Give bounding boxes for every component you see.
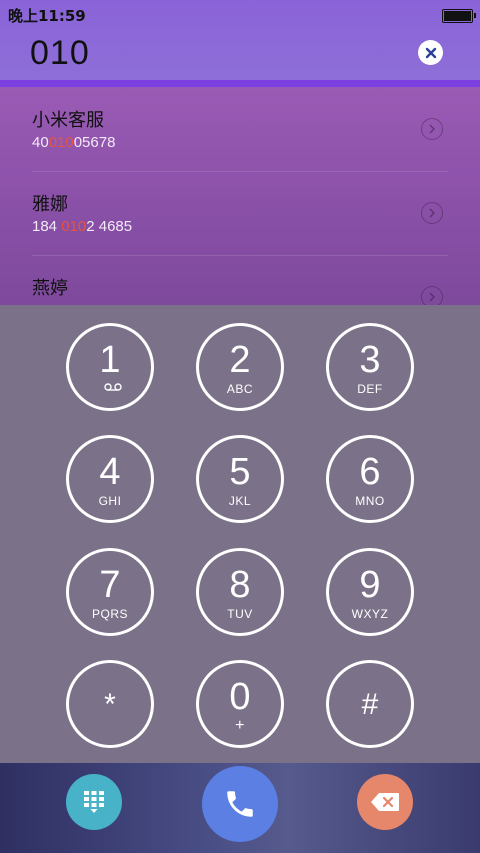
key-2[interactable]: 2 ABC (196, 323, 284, 411)
key-digit: 8 (229, 564, 251, 606)
key-digit: 1 (99, 339, 121, 381)
clear-button[interactable] (418, 40, 443, 65)
details-button[interactable] (421, 202, 443, 224)
call-button[interactable] (202, 766, 278, 842)
number-match: 010 (61, 218, 87, 235)
key-letters: + (235, 717, 245, 734)
status-time: 晚上11:59 (8, 7, 86, 25)
key-digit: 5 (229, 451, 251, 493)
battery-icon (442, 9, 476, 23)
key-star[interactable]: * (66, 660, 154, 748)
status-bar: 晚上11:59 (0, 0, 480, 28)
key-letters: MNO (355, 494, 385, 508)
key-digit: 6 (359, 451, 381, 493)
keypad: 1 2 ABC 3 DEF 4 GHI 5 JKL 6 MNO 7 PQRS 8… (0, 305, 480, 763)
number-prefix: 184 (32, 218, 62, 235)
key-digit: 0 (229, 676, 251, 718)
key-0[interactable]: 0 + (196, 660, 284, 748)
key-5[interactable]: 5 JKL (196, 435, 284, 523)
chevron-right-icon (429, 208, 435, 218)
key-digit: 2 (229, 339, 251, 381)
delete-button[interactable] (357, 774, 413, 830)
key-digit: 7 (99, 564, 121, 606)
results-list: 小米客服 4001005678 雅娜 184 0102 4685 燕婷 (0, 87, 480, 305)
key-letters: WXYZ (351, 607, 389, 621)
key-4[interactable]: 4 GHI (66, 435, 154, 523)
contact-name: 小米客服 (32, 110, 104, 131)
bottom-bar (0, 763, 480, 853)
clear-x-icon (425, 47, 436, 58)
key-letters: GHI (98, 494, 122, 508)
key-symbol: * (104, 688, 116, 721)
key-9[interactable]: 9 WXYZ (326, 548, 414, 636)
key-1[interactable]: 1 (66, 323, 154, 411)
battery-tip (474, 13, 476, 18)
battery-fill (444, 11, 471, 21)
contact-number: 4001005678 (32, 134, 115, 151)
chevron-right-icon (429, 124, 435, 134)
result-row[interactable]: 雅娜 184 0102 4685 (0, 171, 480, 255)
key-symbol: # (361, 688, 379, 721)
voicemail-icon (104, 383, 122, 391)
details-button[interactable] (421, 118, 443, 140)
dial-input[interactable]: 010 (30, 34, 90, 73)
key-letters: ABC (226, 382, 254, 396)
header-divider (0, 80, 480, 87)
key-6[interactable]: 6 MNO (326, 435, 414, 523)
chevron-right-icon (429, 292, 435, 302)
result-row[interactable]: 燕婷 (0, 255, 480, 305)
key-letters: PQRS (91, 607, 128, 621)
number-prefix: 40 (32, 134, 49, 151)
key-7[interactable]: 7 PQRS (66, 548, 154, 636)
key-8[interactable]: 8 TUV (196, 548, 284, 636)
number-match: 010 (48, 134, 74, 151)
keypad-grid-icon (84, 791, 104, 813)
number-suffix: 05678 (73, 134, 116, 151)
dialer-screen: 晚上11:59 010 小米客服 4001005678 雅娜 184 0102 … (0, 0, 480, 853)
contact-number: 184 0102 4685 (32, 218, 132, 235)
keypad-toggle-button[interactable] (66, 774, 122, 830)
key-letters: TUV (227, 607, 253, 621)
phone-icon (227, 791, 253, 817)
key-letters: JKL (228, 494, 252, 508)
key-letters: DEF (357, 382, 383, 396)
header: 晚上11:59 010 (0, 0, 480, 82)
number-suffix: 2 4685 (86, 218, 133, 235)
key-3[interactable]: 3 DEF (326, 323, 414, 411)
key-digit: 3 (359, 339, 381, 381)
result-row[interactable]: 小米客服 4001005678 (0, 87, 480, 171)
key-digit: 9 (359, 564, 381, 606)
key-hash[interactable]: # (326, 660, 414, 748)
backspace-icon (371, 793, 399, 811)
details-button[interactable] (421, 286, 443, 305)
key-digit: 4 (99, 451, 121, 493)
contact-name: 燕婷 (32, 278, 68, 299)
contact-name: 雅娜 (32, 194, 68, 215)
